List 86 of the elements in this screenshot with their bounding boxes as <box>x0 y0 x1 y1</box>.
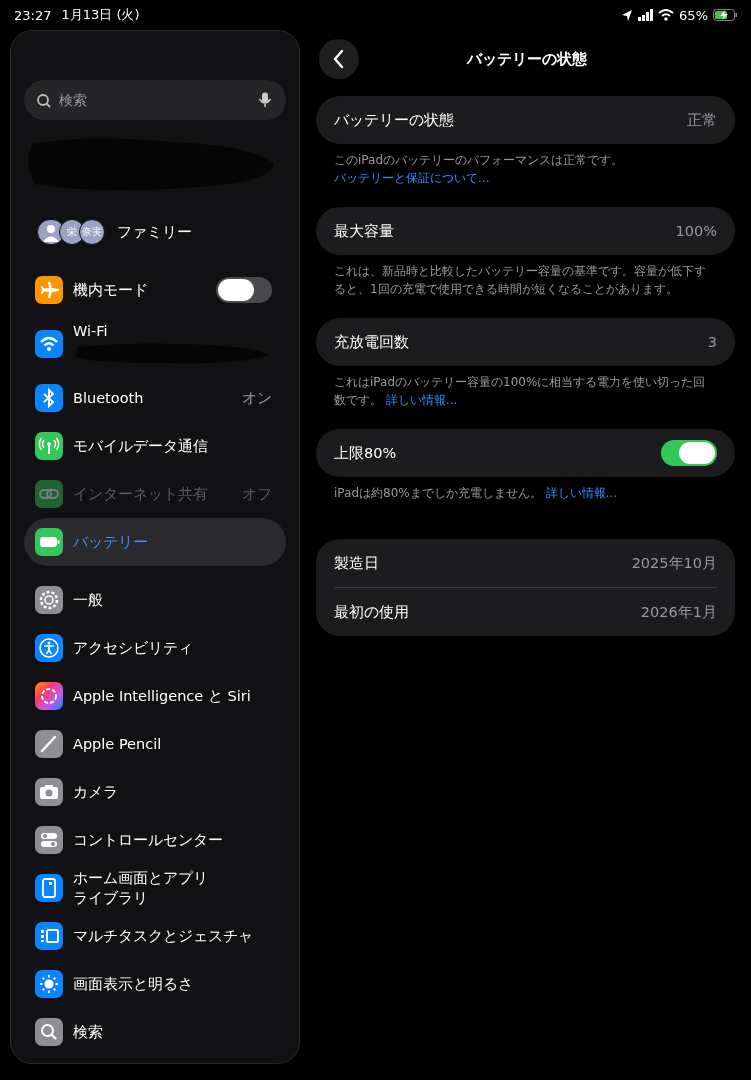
family-row[interactable]: 栄 奈実 ファミリー <box>24 208 286 256</box>
sidebar-item[interactable]: ホーム画面とアプリ ライブラリ <box>24 864 286 912</box>
pencil-icon <box>35 730 63 758</box>
location-icon <box>621 8 634 22</box>
sidebar-item[interactable]: アクセシビリティ <box>24 624 286 672</box>
row-label: バッテリーの状態 <box>334 110 454 130</box>
sidebar-item[interactable]: バッテリー <box>24 518 286 566</box>
sidebar-item[interactable]: 一般 <box>24 576 286 624</box>
link-icon <box>35 480 63 508</box>
item-label: モバイルデータ通信 <box>73 436 209 456</box>
date-text: 1月13日 (火) <box>61 6 140 24</box>
search-icon <box>36 92 51 108</box>
windows-icon <box>35 922 63 950</box>
sidebar-item[interactable]: Apple Intelligence と Siri <box>24 672 286 720</box>
search-field[interactable]: 検索 <box>24 80 286 120</box>
wifi-icon <box>658 9 675 21</box>
item-label: Apple Pencil <box>73 734 163 754</box>
sidebar-item[interactable]: 検索 <box>24 1008 286 1056</box>
sidebar-item[interactable]: Wi-Fi <box>24 314 286 374</box>
row-label: 最初の使用 <box>334 602 409 622</box>
wifi-icon <box>35 330 63 358</box>
row-value: 2026年1月 <box>640 602 717 622</box>
item-label: アクセシビリティ <box>73 638 194 658</box>
item-label: 検索 <box>73 1022 104 1042</box>
item-label: ホーム画面とアプリ <box>73 868 209 888</box>
sidebar-item[interactable]: カメラ <box>24 768 286 816</box>
toggles-icon <box>35 826 63 854</box>
info-link[interactable]: 詳しい情報... <box>545 486 617 500</box>
item-label: 一般 <box>73 590 104 610</box>
item-label: マルチタスクとジェスチャ <box>73 926 254 946</box>
sidebar-item[interactable]: 機内モード <box>24 266 286 314</box>
sidebar-item[interactable]: マルチタスクとジェスチャ <box>24 912 286 960</box>
item-label: 機内モード <box>73 280 149 300</box>
sidebar-item[interactable]: コントロールセンター <box>24 816 286 864</box>
chevron-left-icon <box>332 49 346 69</box>
item-label: バッテリー <box>73 532 149 552</box>
info-link[interactable]: 詳しい情報... <box>385 393 458 407</box>
item-label: Apple Intelligence と Siri <box>73 686 252 706</box>
camera-icon <box>35 778 63 806</box>
sidebar-item[interactable]: 画面表示と明るさ <box>24 960 286 1008</box>
item-label: 画面表示と明るさ <box>73 974 194 994</box>
item-label: Wi-Fi <box>73 321 109 341</box>
sidebar-item[interactable]: モバイルデータ通信 <box>24 422 286 470</box>
search-input[interactable]: 検索 <box>57 91 252 109</box>
avatar-initials: 奈実 <box>79 219 105 245</box>
battery-icon <box>35 528 63 556</box>
item-label: コントロールセンター <box>73 830 224 850</box>
accessibility-icon <box>35 634 63 662</box>
row-value: 3 <box>707 334 717 350</box>
row-label: 充放電回数 <box>334 332 409 352</box>
row-label: 最大容量 <box>334 221 394 241</box>
battery-percent: 65% <box>679 7 708 23</box>
family-label: ファミリー <box>117 222 192 242</box>
row-value: 正常 <box>687 110 717 130</box>
sidebar-item[interactable]: Apple Pencil <box>24 720 286 768</box>
footnote-text: iPadは約80%までしか充電しません。 詳しい情報... <box>333 485 618 502</box>
info-link[interactable]: バッテリーと保証について... <box>334 171 490 185</box>
footnote-text: これは、新品時と比較したバッテリー容量の基準です。容量が低下すると、1回の充電で使用できる時間が短くなることがあります。 <box>333 263 707 298</box>
antenna-icon <box>35 432 63 460</box>
gear-icon <box>35 586 63 614</box>
bluetooth-icon <box>35 384 63 412</box>
row-label: 上限80% <box>334 443 397 463</box>
back-button[interactable] <box>319 39 359 79</box>
clock-time: 23:27 <box>14 7 52 23</box>
signal-icon <box>638 9 654 21</box>
tablet-icon <box>35 874 63 902</box>
toggle-switch[interactable] <box>216 277 272 303</box>
item-label: カメラ <box>73 782 119 802</box>
footnote-text: このiPadのバッテリーのパフォーマンスは正常です。 バッテリーと保証について... <box>333 152 624 187</box>
item-label: ライブラリ <box>73 889 149 908</box>
sun-icon <box>35 970 63 998</box>
page-title: バッテリーの状態 <box>467 50 587 67</box>
row-value: 2025年10月 <box>631 553 717 573</box>
row-value: 100% <box>675 223 717 239</box>
search-icon <box>35 1018 63 1046</box>
footnote-text: これはiPadのバッテリー容量の100%に相当する電力を使い切った回数です。 詳しい情報... <box>333 374 707 409</box>
toggle-switch[interactable] <box>661 440 717 466</box>
microphone-icon <box>258 92 272 108</box>
item-value: オン <box>242 388 272 408</box>
battery-icon <box>713 9 737 21</box>
item-value: オフ <box>242 484 272 504</box>
airplane-icon <box>35 276 63 304</box>
item-label: インターネット共有 <box>73 484 209 504</box>
item-label: Bluetooth <box>73 388 145 408</box>
sidebar-item[interactable]: Bluetooth オン <box>24 374 286 422</box>
row-label: 製造日 <box>334 553 379 573</box>
